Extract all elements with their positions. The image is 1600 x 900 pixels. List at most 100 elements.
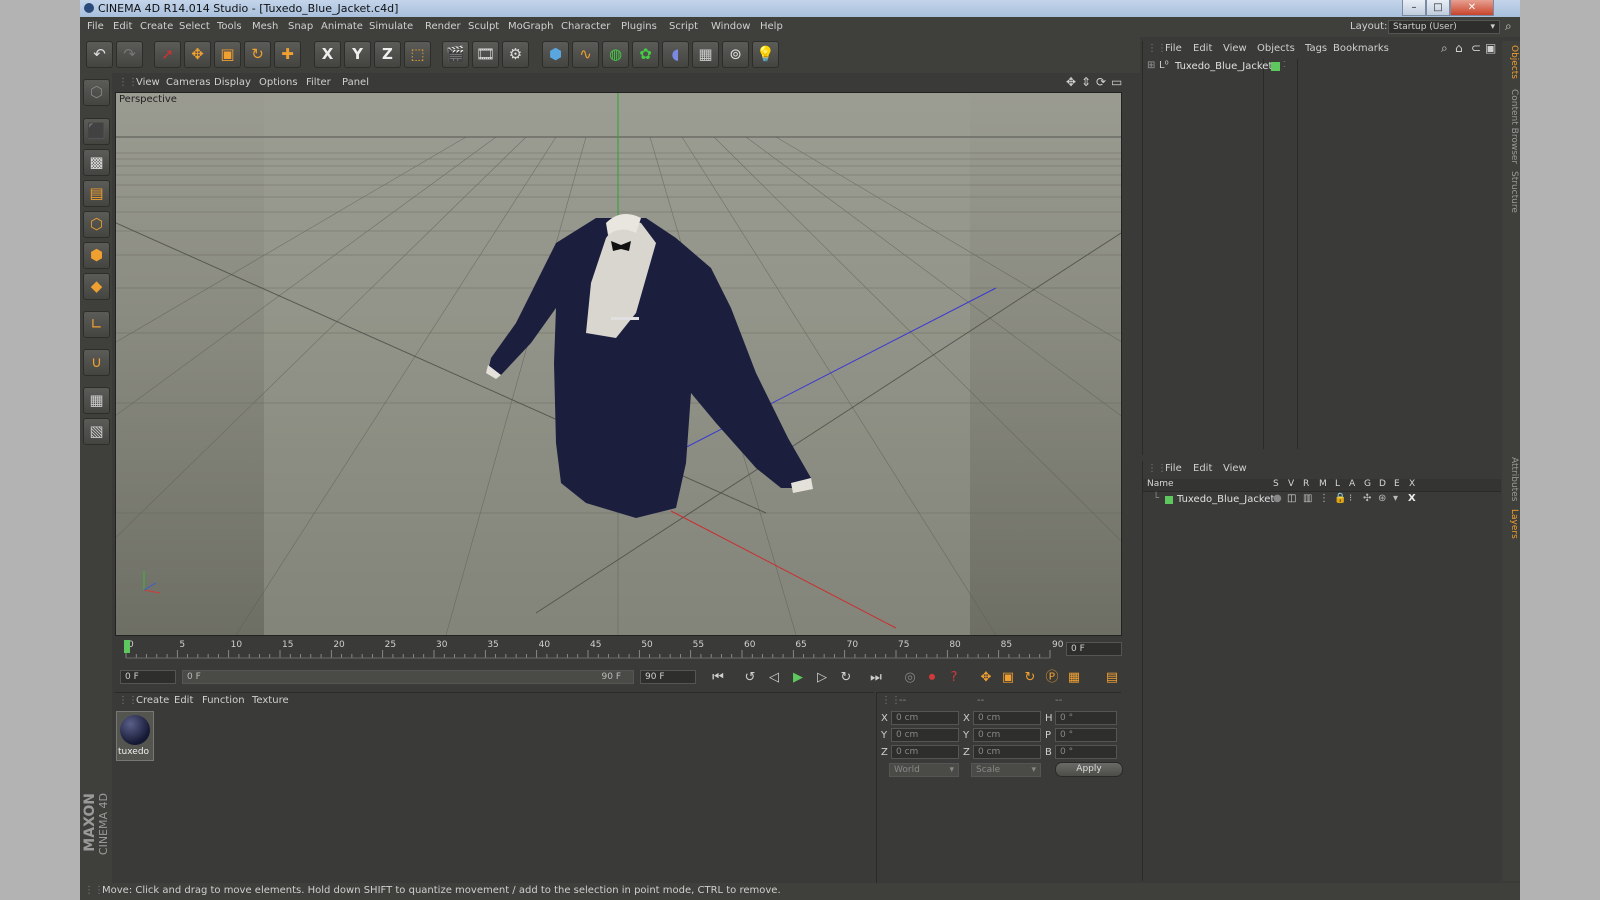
position-y-field[interactable]: 0 cm xyxy=(891,728,959,742)
z-axis-icon[interactable]: Z xyxy=(374,41,401,68)
floor-icon[interactable]: ▦ xyxy=(692,41,719,68)
polygons-mode-icon[interactable]: ◆ xyxy=(83,273,110,300)
menu-plugins[interactable]: Plugins xyxy=(621,21,657,32)
menu-mesh[interactable]: Mesh xyxy=(252,21,278,32)
camera-icon[interactable]: ⊚ xyxy=(722,41,749,68)
current-frame-field[interactable]: 0 F xyxy=(1066,642,1122,656)
position-z-field[interactable]: 0 cm xyxy=(891,745,959,759)
menu-sculpt[interactable]: Sculpt xyxy=(468,21,499,32)
key-parameter-icon[interactable]: Ⓟ xyxy=(1042,668,1062,688)
key-position-icon[interactable]: ✥ xyxy=(976,668,996,688)
keyframe-selection-icon[interactable]: ? xyxy=(944,668,964,688)
search-icon[interactable]: ⌕ xyxy=(1441,41,1448,56)
viewport-menu-view[interactable]: View xyxy=(136,77,160,88)
menu-animate[interactable]: Animate xyxy=(321,21,363,32)
maximize-view-icon[interactable]: ▭ xyxy=(1111,75,1122,89)
layer-col-locked[interactable]: L xyxy=(1335,479,1340,489)
viewport-menu-display[interactable]: Display xyxy=(214,77,251,88)
lock-toggle-icon[interactable]: 🔒 xyxy=(1334,493,1346,504)
world-dropdown[interactable]: World ▾ xyxy=(889,763,959,777)
material-menu-texture[interactable]: Texture xyxy=(252,695,289,706)
manager-toggle-icon[interactable]: ⋮ xyxy=(1319,493,1329,504)
size-x-field[interactable]: 0 cm xyxy=(973,711,1041,725)
menu-mograph[interactable]: MoGraph xyxy=(508,21,553,32)
go-to-next-key-icon[interactable]: ↻ xyxy=(836,668,856,688)
texture-mode-icon[interactable]: ▩ xyxy=(83,149,110,176)
menu-character[interactable]: Character xyxy=(561,21,610,32)
viewport-menu-filter[interactable]: Filter xyxy=(306,77,331,88)
snap-magnet-icon[interactable]: ∪ xyxy=(83,349,110,376)
tab-objects[interactable]: Objects xyxy=(1503,45,1519,79)
size-y-field[interactable]: 0 cm xyxy=(973,728,1041,742)
menu-simulate[interactable]: Simulate xyxy=(369,21,413,32)
workplane-mode-icon[interactable]: ▤ xyxy=(83,180,110,207)
object-menu-file[interactable]: File xyxy=(1165,43,1182,54)
link-icon[interactable]: ⊂ xyxy=(1471,41,1481,55)
scale-dropdown[interactable]: Scale ▾ xyxy=(971,763,1041,777)
minimize-button[interactable]: – xyxy=(1402,0,1426,16)
key-scale-icon[interactable]: ▣ xyxy=(998,668,1018,688)
x-axis-icon[interactable]: X xyxy=(314,41,341,68)
maximize-button[interactable]: □ xyxy=(1426,0,1450,16)
object-menu-bookmarks[interactable]: Bookmarks xyxy=(1333,43,1389,54)
timeline-window-icon[interactable]: ▤ xyxy=(1102,668,1122,688)
axis-mode-icon[interactable]: ∟ xyxy=(83,311,110,338)
layer-menu-view[interactable]: View xyxy=(1223,463,1247,474)
record-keys-icon[interactable]: ◎ xyxy=(900,668,920,688)
search-icon[interactable]: ⌕ xyxy=(1505,19,1512,34)
end-frame-field[interactable]: 90 F xyxy=(640,670,696,684)
viewport-menu-panel[interactable]: Panel xyxy=(342,77,369,88)
menu-file[interactable]: File xyxy=(87,21,104,32)
render-toggle-icon[interactable]: ▥ xyxy=(1303,493,1312,504)
move-icon[interactable]: ✥ xyxy=(184,41,211,68)
menu-create[interactable]: Create xyxy=(140,21,173,32)
last-tool-icon[interactable]: ✚ xyxy=(274,41,301,68)
viewport-menu-options[interactable]: Options xyxy=(259,77,298,88)
menu-tools[interactable]: Tools xyxy=(217,21,242,32)
layer-col-generators[interactable]: G xyxy=(1364,479,1371,489)
start-frame-field[interactable]: 0 F xyxy=(120,670,176,684)
view-toggle-icon[interactable]: ◫ xyxy=(1287,493,1296,504)
xref-toggle-icon[interactable]: X xyxy=(1408,493,1416,504)
render-settings-icon[interactable]: ⚙ xyxy=(502,41,529,68)
menu-edit[interactable]: Edit xyxy=(113,21,132,32)
animation-toggle-icon[interactable]: ⁝ xyxy=(1349,493,1352,504)
tab-attributes[interactable]: Attributes xyxy=(1503,457,1519,501)
planar-workplane-icon[interactable]: ▧ xyxy=(83,418,110,445)
object-menu-view[interactable]: View xyxy=(1223,43,1247,54)
light-icon[interactable]: 💡 xyxy=(752,41,779,68)
tab-layers[interactable]: Layers xyxy=(1503,509,1519,539)
go-to-start-icon[interactable]: ⏮ xyxy=(708,668,728,688)
expand-icon[interactable]: ⊞ xyxy=(1147,60,1155,71)
menu-render[interactable]: Render xyxy=(425,21,461,32)
object-row[interactable]: ⊞ L⁰ Tuxedo_Blue_Jacket ⁚ xyxy=(1145,60,1485,74)
menu-window[interactable]: Window xyxy=(711,21,750,32)
pan-view-icon[interactable]: ✥ xyxy=(1066,75,1076,89)
menu-script[interactable]: Script xyxy=(669,21,698,32)
menu-snap[interactable]: Snap xyxy=(288,21,313,32)
play-icon[interactable]: ▶ xyxy=(788,668,808,688)
next-frame-icon[interactable]: ▷ xyxy=(812,668,832,688)
tab-content-browser[interactable]: Content Browser xyxy=(1503,89,1519,164)
workplane-lock-icon[interactable]: ▦ xyxy=(83,387,110,414)
material-menu-edit[interactable]: Edit xyxy=(174,695,193,706)
home-icon[interactable]: ⌂ xyxy=(1455,41,1463,55)
apply-button[interactable]: Apply xyxy=(1055,762,1123,777)
generators-toggle-icon[interactable]: ✣ xyxy=(1363,493,1371,504)
cloner-icon[interactable]: ✿ xyxy=(632,41,659,68)
redo-icon[interactable]: ↷ xyxy=(116,41,143,68)
scale-icon[interactable]: ▣ xyxy=(214,41,241,68)
zoom-view-icon[interactable]: ⇕ xyxy=(1081,75,1091,89)
go-to-end-icon[interactable]: ⏭ xyxy=(866,668,886,688)
tab-structure[interactable]: Structure xyxy=(1503,171,1519,213)
timeline-ruler[interactable]: 0 5 10 15 20 25 30 35 40 45 50 55 60 65 70 75 80 85 90 0 F xyxy=(114,636,1162,666)
key-point-level-icon[interactable]: ▦ xyxy=(1064,668,1084,688)
current-frame-marker[interactable] xyxy=(124,640,130,653)
rotation-p-field[interactable]: 0 ° xyxy=(1055,728,1117,742)
layer-col-view[interactable]: V xyxy=(1288,479,1294,489)
layer-col-animation[interactable]: A xyxy=(1349,479,1355,489)
object-menu-edit[interactable]: Edit xyxy=(1193,43,1212,54)
spline-pen-icon[interactable]: ∿ xyxy=(572,41,599,68)
autokeying-icon[interactable]: ⏺ xyxy=(922,668,942,688)
render-view-icon[interactable]: 🎬 xyxy=(442,41,469,68)
